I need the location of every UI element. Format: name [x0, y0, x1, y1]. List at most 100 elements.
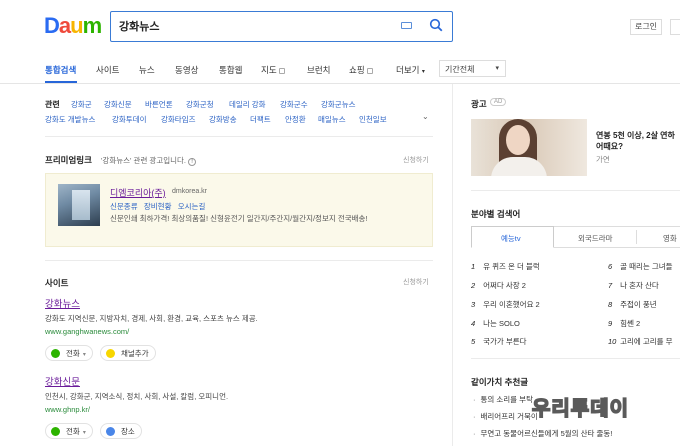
apply-link[interactable]: 신청하기	[403, 277, 429, 287]
divider	[471, 358, 680, 359]
active-tab-indicator	[45, 81, 77, 83]
tab-site[interactable]: 사이트	[96, 64, 119, 76]
rank-item[interactable]: 7 나 혼자 산다	[608, 280, 659, 291]
kakao-channel-icon	[106, 349, 115, 358]
premium-link-title: 프리미엄링크	[45, 155, 92, 165]
ad-thumbnail[interactable]	[58, 184, 100, 226]
rank-item[interactable]: 8 주접이 풍년	[608, 299, 657, 310]
site-section-title: 사이트	[45, 278, 69, 288]
value-rec-item[interactable]: 무연고 동물어르신들에게 5월의 산타 줄동!	[473, 428, 613, 439]
map-pin-icon	[106, 427, 115, 436]
search-icon[interactable]	[429, 18, 443, 32]
ad-title-link[interactable]: 디엠코리아(주)	[110, 186, 166, 199]
right-ad-title: 광고	[471, 99, 487, 109]
value-rec-title: 같이가치 추천글	[471, 377, 529, 387]
divider	[471, 190, 680, 191]
ad-badge: AD	[490, 98, 507, 106]
watermark: 우리투데이	[531, 397, 629, 421]
add-channel-button[interactable]: 채널추가	[100, 345, 156, 361]
search-tabs: 통합검색 사이트 뉴스 동영상 통합웹 지도 브런치 쇼핑 더보기 ▾ 기간전체…	[0, 56, 680, 84]
rank-item[interactable]: 10 고리에 고리를 무	[608, 336, 673, 347]
site-title-link[interactable]: 강화뉴스	[45, 296, 80, 310]
value-rec-item[interactable]: 배리어프리 거북이	[473, 411, 538, 422]
right-ad-text[interactable]: 연봉 5천 이상, 2살 연하 어때요?	[596, 130, 675, 152]
tab-more[interactable]: 더보기 ▾	[396, 64, 425, 76]
related-link[interactable]: 강화도 개발뉴스	[45, 114, 95, 125]
tab-foreign-drama[interactable]: 외국드라마	[578, 233, 613, 244]
chevron-down-icon: ▾	[82, 352, 86, 358]
related-link[interactable]: 강화신문	[104, 99, 132, 110]
info-icon[interactable]: !	[188, 158, 197, 166]
site-description: 강화도 지역신문, 지방자치, 경제, 사회, 환경, 교육, 스포츠 뉴스 제…	[45, 314, 258, 323]
tab-web[interactable]: 통합웹	[219, 64, 242, 76]
ad-description: 신문인쇄 최하가격! 최상의품질! 신형윤전기 일간지/주간지/월간지/정보지 …	[110, 214, 368, 223]
related-link[interactable]: 바른언론	[145, 99, 173, 110]
tab-movie[interactable]: 영화	[663, 233, 677, 244]
ad-sublink[interactable]: 장비현황	[144, 202, 172, 211]
tab-news[interactable]: 뉴스	[139, 64, 155, 76]
rank-item[interactable]: 5 국가가 부른다	[471, 336, 527, 347]
divider	[45, 136, 433, 137]
tab-integrated[interactable]: 통합검색	[45, 64, 76, 76]
site-description: 인천시, 강화군, 지역소식, 정치, 사회, 사설, 칼럼, 오피니언.	[45, 392, 229, 401]
rank-item[interactable]: 3 우리 이혼했어요 2	[471, 299, 540, 310]
phone-icon	[51, 427, 60, 436]
rank-item[interactable]: 4 나는 SOLO	[471, 318, 520, 329]
tab-separator	[636, 230, 637, 244]
related-link[interactable]: 강화군청	[186, 99, 214, 110]
related-link[interactable]: 매일뉴스	[318, 114, 346, 125]
place-button[interactable]: 장소	[100, 423, 142, 439]
site-url[interactable]: www.ghnp.kr/	[45, 405, 90, 414]
ad-sublink[interactable]: 신문종류	[110, 202, 138, 211]
divider	[45, 260, 433, 261]
tab-brunch[interactable]: 브런치	[307, 64, 330, 76]
column-divider	[452, 84, 453, 446]
chevron-down-icon: ▾	[82, 430, 86, 436]
related-link[interactable]: 인천일보	[359, 114, 387, 125]
rank-item[interactable]: 2 어쩌다 사장 2	[471, 280, 526, 291]
keyboard-icon[interactable]	[401, 22, 412, 29]
search-box	[110, 11, 453, 42]
tab-shopping[interactable]: 쇼핑	[349, 64, 373, 76]
phone-icon	[51, 349, 60, 358]
external-icon	[278, 68, 285, 74]
ad-figure-face	[506, 125, 530, 155]
right-ad-advertiser: 가연	[596, 155, 610, 164]
login-button[interactable]: 로그인	[630, 19, 662, 35]
site-url[interactable]: www.ganghwanews.com/	[45, 327, 129, 336]
ad-url: dmkorea.kr	[172, 188, 208, 195]
search-input[interactable]	[119, 19, 389, 33]
chevron-down-icon: ▾	[495, 65, 499, 72]
tab-variety-tv[interactable]: 예능tv	[501, 233, 521, 244]
site-title-link[interactable]: 강화신문	[45, 374, 80, 388]
related-link[interactable]: 강화군	[71, 99, 92, 110]
phone-button[interactable]: 전화 ▾	[45, 423, 93, 439]
field-search-tabs: 예능tv 외국드라마 영화	[471, 226, 680, 248]
premium-ad: 디엠코리아(주) dmkorea.kr 신문종류 장비현황 오시는길 신문인쇄 …	[45, 173, 433, 247]
ad-sublinks: 신문종류 장비현황 오시는길	[110, 201, 205, 212]
related-link[interactable]: 강화군뉴스	[321, 99, 356, 110]
tab-video[interactable]: 동영상	[175, 64, 198, 76]
related-link[interactable]: 강화투데이	[112, 114, 147, 125]
menu-button[interactable]	[670, 19, 680, 35]
rank-item[interactable]: 6 골 때리는 그녀들	[608, 261, 673, 272]
rank-item[interactable]: 9 힘쎈 2	[608, 318, 640, 329]
rank-item[interactable]: 1 유 퀴즈 온 더 블럭	[471, 261, 540, 272]
related-link[interactable]: 데일리 강화	[229, 99, 266, 110]
right-ad-image[interactable]	[471, 119, 587, 176]
tab-map[interactable]: 지도	[261, 64, 285, 76]
related-link[interactable]: 강화타임즈	[161, 114, 196, 125]
apply-link[interactable]: 신청하기	[403, 155, 429, 165]
value-rec-item[interactable]: 통의 소리를 부탁	[473, 394, 533, 405]
ad-sublink[interactable]: 오시는길	[178, 202, 206, 211]
related-link[interactable]: 강화방송	[209, 114, 237, 125]
related-link[interactable]: 더팩트	[250, 114, 271, 125]
related-link[interactable]: 안정환	[285, 114, 306, 125]
chevron-down-icon[interactable]: ⌄	[422, 112, 429, 121]
external-icon	[366, 68, 373, 74]
phone-button[interactable]: 전화 ▾	[45, 345, 93, 361]
chevron-down-icon: ▾	[421, 69, 425, 75]
related-link[interactable]: 강화군수	[280, 99, 308, 110]
date-filter-select[interactable]: 기간전체 ▾	[439, 60, 506, 77]
daum-logo[interactable]: Daum	[44, 14, 102, 38]
